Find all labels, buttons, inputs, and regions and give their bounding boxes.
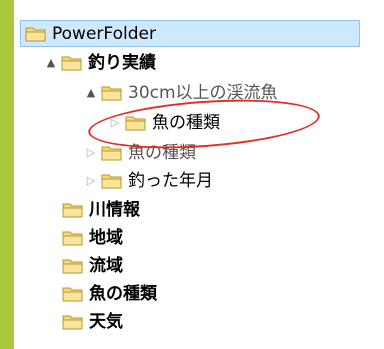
tree-item-label: 魚の種類 <box>89 284 157 304</box>
tree-item-sakana-no-shurui-3[interactable]: 魚の種類 <box>62 281 157 307</box>
folder-icon <box>61 54 83 72</box>
tree-item-label: PowerFolder <box>52 23 156 44</box>
folder-icon <box>125 114 147 132</box>
tree-item-tsutta-nengetsu[interactable]: ▷ 釣った年月 <box>84 168 213 194</box>
tree-item-label: 釣った年月 <box>128 171 213 191</box>
tree-item-30cm-keiryuugyo[interactable]: ▲ 30cm以上の渓流魚 <box>84 80 278 106</box>
folder-icon <box>62 229 84 247</box>
tree-item-ryuuiki[interactable]: 流域 <box>62 253 123 279</box>
tree-item-label: 天気 <box>89 312 123 332</box>
collapsed-arrow-icon[interactable]: ▷ <box>84 146 98 160</box>
folder-tree-panel: PowerFolder ▲ 釣り実績 ▲ 30cm以上の渓流魚 ▷ 魚の種類 ▷… <box>14 0 384 349</box>
collapsed-arrow-icon[interactable]: ▷ <box>84 174 98 188</box>
tree-item-label: 魚の種類 <box>128 143 196 163</box>
collapsed-arrow-icon[interactable]: ▷ <box>108 116 122 130</box>
folder-icon <box>62 201 84 219</box>
folder-icon <box>101 172 123 190</box>
tree-item-chiiki[interactable]: 地域 <box>62 225 123 251</box>
tree-item-label: 川情報 <box>89 200 140 220</box>
expanded-arrow-icon[interactable]: ▲ <box>84 86 98 100</box>
tree-item-label: 地域 <box>89 228 123 248</box>
tree-item-tsuri-jisseki[interactable]: ▲ 釣り実績 <box>44 50 156 76</box>
expanded-arrow-icon[interactable]: ▲ <box>44 56 58 70</box>
tree-root-powerfolder[interactable]: PowerFolder <box>20 20 360 47</box>
tree-item-kawa-jouhou[interactable]: 川情報 <box>62 197 140 223</box>
tree-item-sakana-no-shurui[interactable]: ▷ 魚の種類 <box>84 140 196 166</box>
tree-item-label: 釣り実績 <box>88 53 156 73</box>
tree-item-label: 30cm以上の渓流魚 <box>128 83 278 103</box>
tree-item-tenki[interactable]: 天気 <box>62 309 123 335</box>
side-accent-bar <box>0 0 14 349</box>
folder-icon <box>62 285 84 303</box>
folder-icon <box>25 25 47 43</box>
folder-icon <box>101 84 123 102</box>
folder-icon <box>62 257 84 275</box>
tree-item-sakana-no-shurui-child[interactable]: ▷ 魚の種類 <box>108 110 220 136</box>
tree-item-label: 魚の種類 <box>152 113 220 133</box>
tree-item-label: 流域 <box>89 256 123 276</box>
folder-icon <box>101 144 123 162</box>
folder-icon <box>62 313 84 331</box>
